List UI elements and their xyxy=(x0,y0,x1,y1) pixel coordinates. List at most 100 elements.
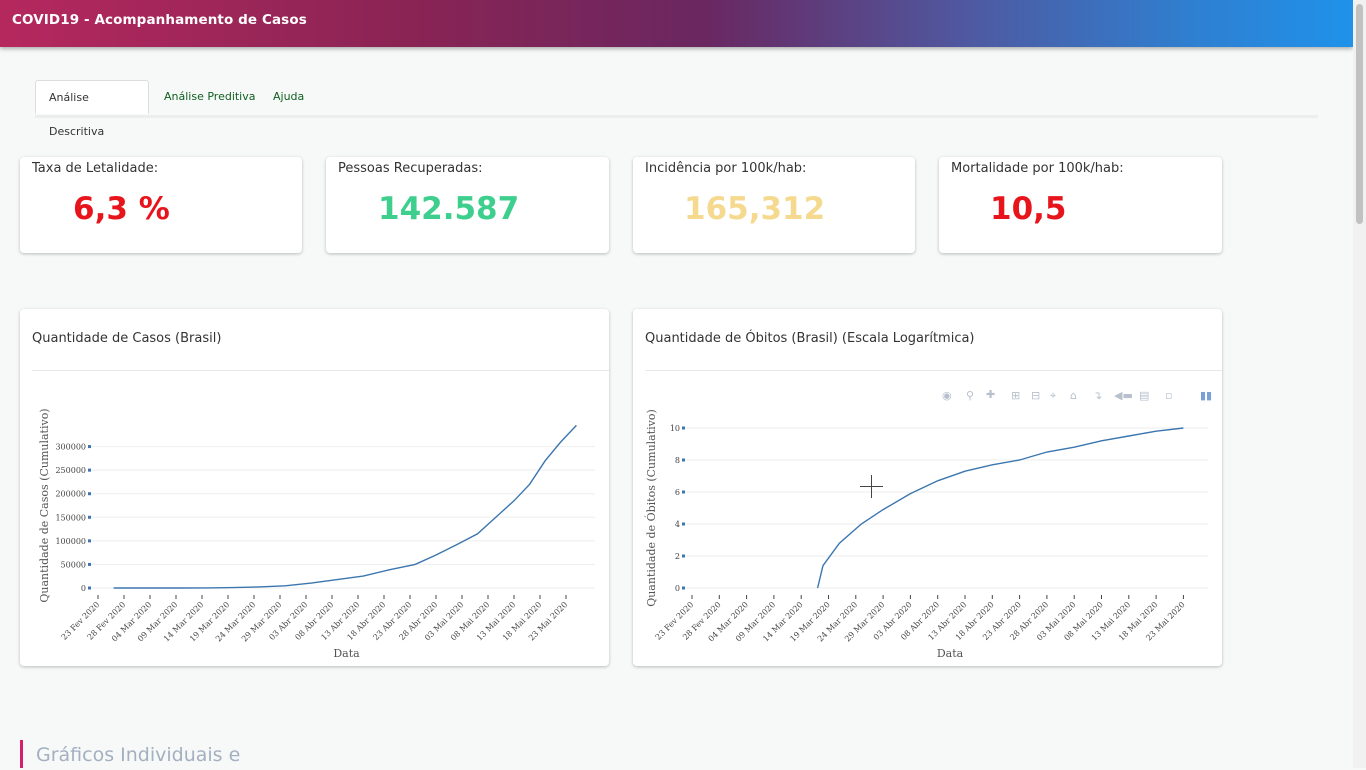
kpi-card-incidencia: Incidência por 100k/hab: 165,312 xyxy=(633,157,915,253)
y-axis-label: Quantidade de Óbitos (Cumulativo) xyxy=(644,409,658,607)
tab-analise-preditiva[interactable]: Análise Preditiva xyxy=(151,80,269,114)
y-tick-label: 4 xyxy=(675,520,680,529)
y-tick-label: 6 xyxy=(675,488,680,497)
deaths-chart-card: Quantidade de Óbitos (Brasil) (Escala Lo… xyxy=(633,309,1222,666)
data-point xyxy=(362,575,364,577)
y-tick-mark xyxy=(88,562,91,566)
kpi-card-recuperadas: Pessoas Recuperadas: 142.587 xyxy=(326,157,609,253)
plotly-logo-icon[interactable]: ▮▮ xyxy=(1200,389,1212,402)
data-point xyxy=(909,493,911,495)
data-point xyxy=(1046,451,1048,453)
y-tick-mark xyxy=(682,554,685,558)
app-title: COVID19 - Acompanhamento de Casos xyxy=(12,12,307,28)
y-tick-label: 0 xyxy=(675,584,680,593)
data-point xyxy=(1155,430,1157,432)
kpi-label: Pessoas Recuperadas: xyxy=(338,161,483,176)
page-scrollbar[interactable] xyxy=(1353,0,1366,768)
y-tick-mark xyxy=(88,468,91,472)
hover-closest-icon[interactable]: ◀▬ xyxy=(1114,389,1133,402)
kpi-value: 6,3 % xyxy=(73,191,170,227)
zoom-out-icon[interactable]: ⊟ xyxy=(1031,389,1040,402)
y-tick-mark xyxy=(682,426,685,430)
data-point xyxy=(529,483,531,485)
camera-icon[interactable]: ◉ xyxy=(942,389,952,402)
zoom-icon[interactable]: ⚲ xyxy=(966,389,974,402)
spike-lines-icon[interactable]: ↴ xyxy=(1093,389,1102,402)
y-tick-mark xyxy=(88,445,91,449)
scrollbar-thumb[interactable] xyxy=(1356,4,1363,224)
cases-chart-card: Quantidade de Casos (Brasil) 0 50000 10000… xyxy=(20,309,609,666)
pan-icon[interactable]: ✚ xyxy=(986,388,995,401)
y-tick-label: 2 xyxy=(675,552,680,561)
data-point xyxy=(1073,446,1075,448)
y-tick-mark xyxy=(682,490,685,494)
data-point xyxy=(1128,435,1130,437)
hover-compare-icon[interactable]: ▤ xyxy=(1139,389,1149,402)
data-point xyxy=(113,587,115,589)
kpi-card-letalidade: Taxa de Letalidade: 6,3 % xyxy=(20,157,302,253)
data-point xyxy=(206,587,208,589)
data-point xyxy=(991,464,993,466)
y-tick-mark xyxy=(88,515,91,519)
y-tick-label: 0 xyxy=(81,584,86,593)
data-point xyxy=(817,587,819,589)
y-axis-label: Quantidade de Casos (Cumulativo) xyxy=(38,408,51,602)
x-axis-label: Data xyxy=(937,647,964,660)
y-tick-label: 10 xyxy=(670,424,680,433)
y-tick-label: 250000 xyxy=(55,466,86,475)
data-point xyxy=(414,563,416,565)
kpi-value: 165,312 xyxy=(684,191,826,227)
y-tick-label: 300000 xyxy=(55,443,86,452)
tab-ajuda[interactable]: Ajuda xyxy=(260,80,317,114)
y-tick-label: 100000 xyxy=(55,537,86,546)
data-point xyxy=(497,514,499,516)
kpi-value: 142.587 xyxy=(378,191,520,227)
data-point xyxy=(860,523,862,525)
series-line xyxy=(113,424,577,589)
y-tick-mark xyxy=(682,522,685,526)
kpi-label: Taxa de Letalidade: xyxy=(32,161,159,176)
y-tick-mark xyxy=(682,458,685,462)
tab-bar: Análise Descritiva Análise Preditiva Aju… xyxy=(35,80,1318,138)
x-axis-label: Data xyxy=(333,647,360,660)
section-title: Gráficos Individuais e xyxy=(20,740,240,768)
data-point xyxy=(477,533,479,535)
kpi-label: Incidência por 100k/hab: xyxy=(645,161,807,176)
data-point xyxy=(838,542,840,544)
data-point xyxy=(822,565,824,567)
y-tick-label: 50000 xyxy=(61,560,86,569)
kpi-card-mortalidade: Mortalidade por 100k/hab: 10,5 xyxy=(939,157,1222,253)
y-tick-label: 200000 xyxy=(55,490,86,499)
data-point xyxy=(575,424,577,426)
data-point xyxy=(258,586,260,588)
data-point xyxy=(1019,459,1021,461)
deaths-line-chart[interactable]: 024681023 Fev 202028 Fev 202004 Mar 2020… xyxy=(633,309,1222,666)
data-point xyxy=(232,587,234,589)
kpi-label: Mortalidade por 100k/hab: xyxy=(951,161,1124,176)
y-tick-label: 150000 xyxy=(55,513,86,522)
cases-line-chart[interactable]: 05000010000015000020000025000030000023 F… xyxy=(20,309,609,666)
toggle-hover-icon[interactable]: ▫ xyxy=(1165,389,1172,402)
y-tick-mark xyxy=(682,586,685,590)
data-point xyxy=(964,470,966,472)
tab-analise-descritiva[interactable]: Análise Descritiva xyxy=(35,80,149,138)
zoom-in-icon[interactable]: ⊞ xyxy=(1011,389,1020,402)
data-point xyxy=(544,460,546,462)
app-header: COVID19 - Acompanhamento de Casos xyxy=(0,0,1353,47)
data-point xyxy=(937,480,939,482)
y-tick-mark xyxy=(88,586,91,590)
series-line xyxy=(816,427,1184,589)
crosshair-cursor-icon xyxy=(860,475,883,498)
data-point xyxy=(180,587,182,589)
data-point xyxy=(513,500,515,502)
y-tick-mark xyxy=(88,492,91,496)
autoscale-icon[interactable]: ⌖ xyxy=(1050,389,1056,403)
data-point xyxy=(560,441,562,443)
y-tick-label: 8 xyxy=(675,456,680,465)
data-point xyxy=(310,582,312,584)
data-point xyxy=(154,587,156,589)
data-point xyxy=(284,585,286,587)
y-tick-mark xyxy=(88,539,91,543)
home-icon[interactable]: ⌂ xyxy=(1070,389,1077,402)
data-point xyxy=(388,569,390,571)
